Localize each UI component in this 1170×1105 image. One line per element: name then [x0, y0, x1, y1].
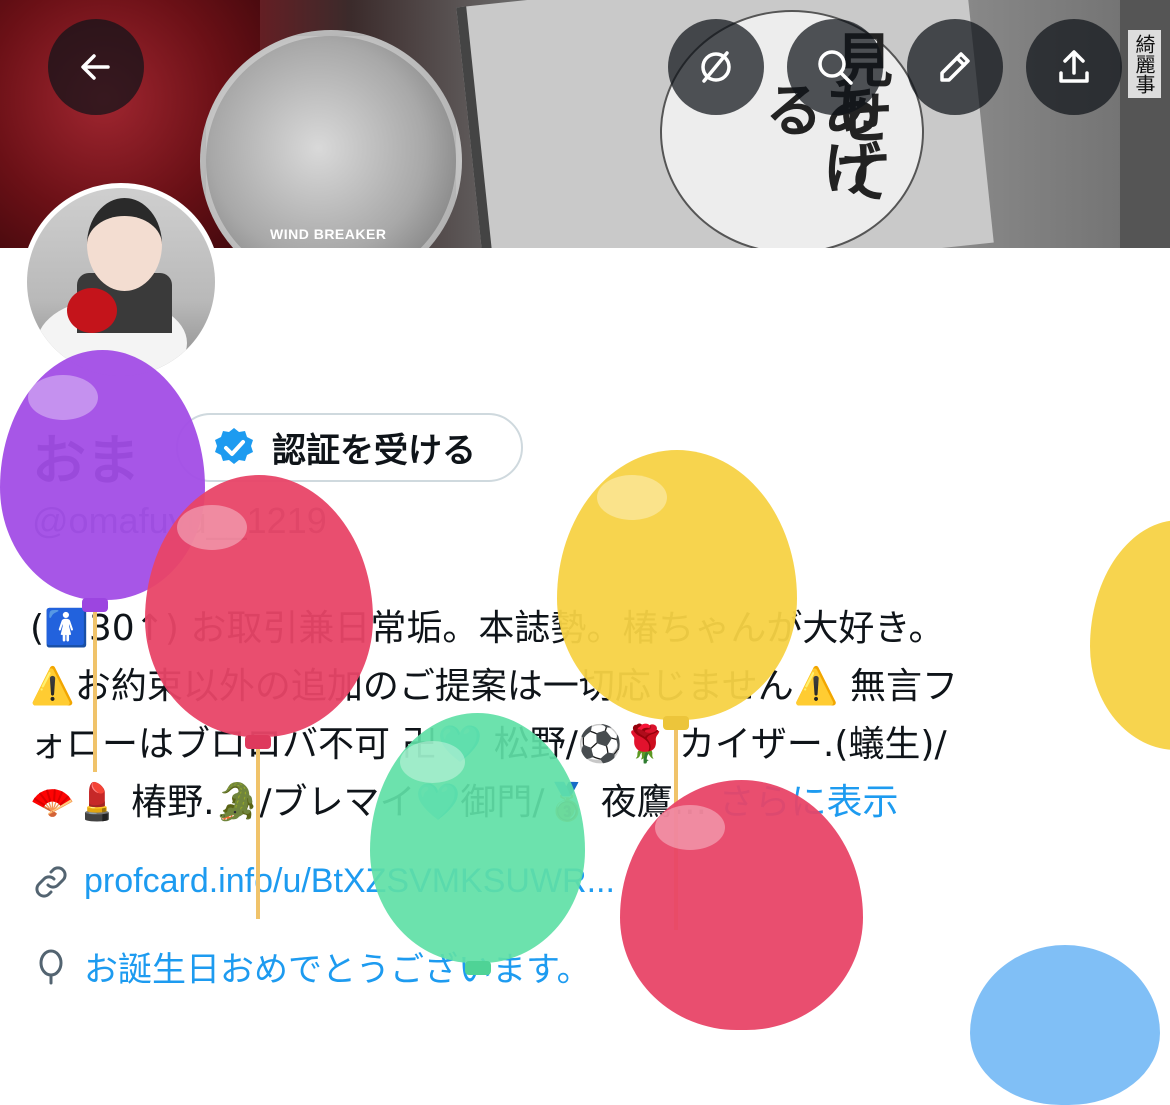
- grok-icon: [701, 51, 731, 83]
- profile-birthday: お誕生日おめでとうございます。: [32, 942, 591, 991]
- bio-line-text: 🪭💄 椿野.🐊/ブレマイ🩵御門/🥉 夜鷹...: [30, 782, 708, 823]
- verified-badge-icon: [215, 427, 253, 464]
- user-handle: @omafuyu__1219: [32, 500, 327, 541]
- grok-button[interactable]: [668, 19, 764, 115]
- pencil-icon: [940, 52, 970, 82]
- search-icon: [818, 50, 853, 85]
- edit-button[interactable]: [907, 19, 1003, 115]
- banner-badge-text: WIND BREAKER: [270, 226, 387, 242]
- avatar[interactable]: [22, 183, 220, 381]
- bio-line: ォローはブロロバ不可 卍🩵 松野/⚽️🌹 カイザー.(蟻生)/: [30, 724, 947, 765]
- profile-bio: (🚺30↑) お取引兼日常垢。本誌勢。椿ちゃんが大好き。 ⚠️お約束以外の追加の…: [30, 600, 1160, 832]
- bio-line: ⚠️お約束以外の追加のご提案は一切応じません⚠️ 無言フ: [30, 666, 959, 707]
- share-button[interactable]: [1026, 19, 1122, 115]
- search-button[interactable]: [787, 19, 883, 115]
- balloon-icon: [39, 949, 63, 984]
- get-verified-label: 認証を受ける: [272, 431, 476, 471]
- bio-line-last: 🪭💄 椿野.🐊/ブレマイ🩵御門/🥉 夜鷹... さらに表示: [30, 774, 1160, 832]
- show-more-link[interactable]: さらに表示: [719, 782, 899, 823]
- display-name: おま: [32, 429, 140, 492]
- arrow-left-icon: [81, 54, 110, 80]
- get-verified-button[interactable]: 認証を受ける: [176, 413, 523, 482]
- banner-spine-text: 綺麗事: [1128, 30, 1161, 98]
- link-icon: [35, 865, 67, 898]
- profile-website: profcard.info/u/BtXZSVMKSUWR...: [32, 862, 615, 901]
- bio-line: (🚺30↑) お取引兼日常垢。本誌勢。椿ちゃんが大好き。: [30, 608, 945, 649]
- share-icon: [1059, 50, 1089, 83]
- birthday-text: お誕生日おめでとうございます。: [84, 950, 591, 990]
- back-button[interactable]: [48, 19, 144, 115]
- website-link[interactable]: profcard.info/u/BtXZSVMKSUWR...: [84, 862, 615, 901]
